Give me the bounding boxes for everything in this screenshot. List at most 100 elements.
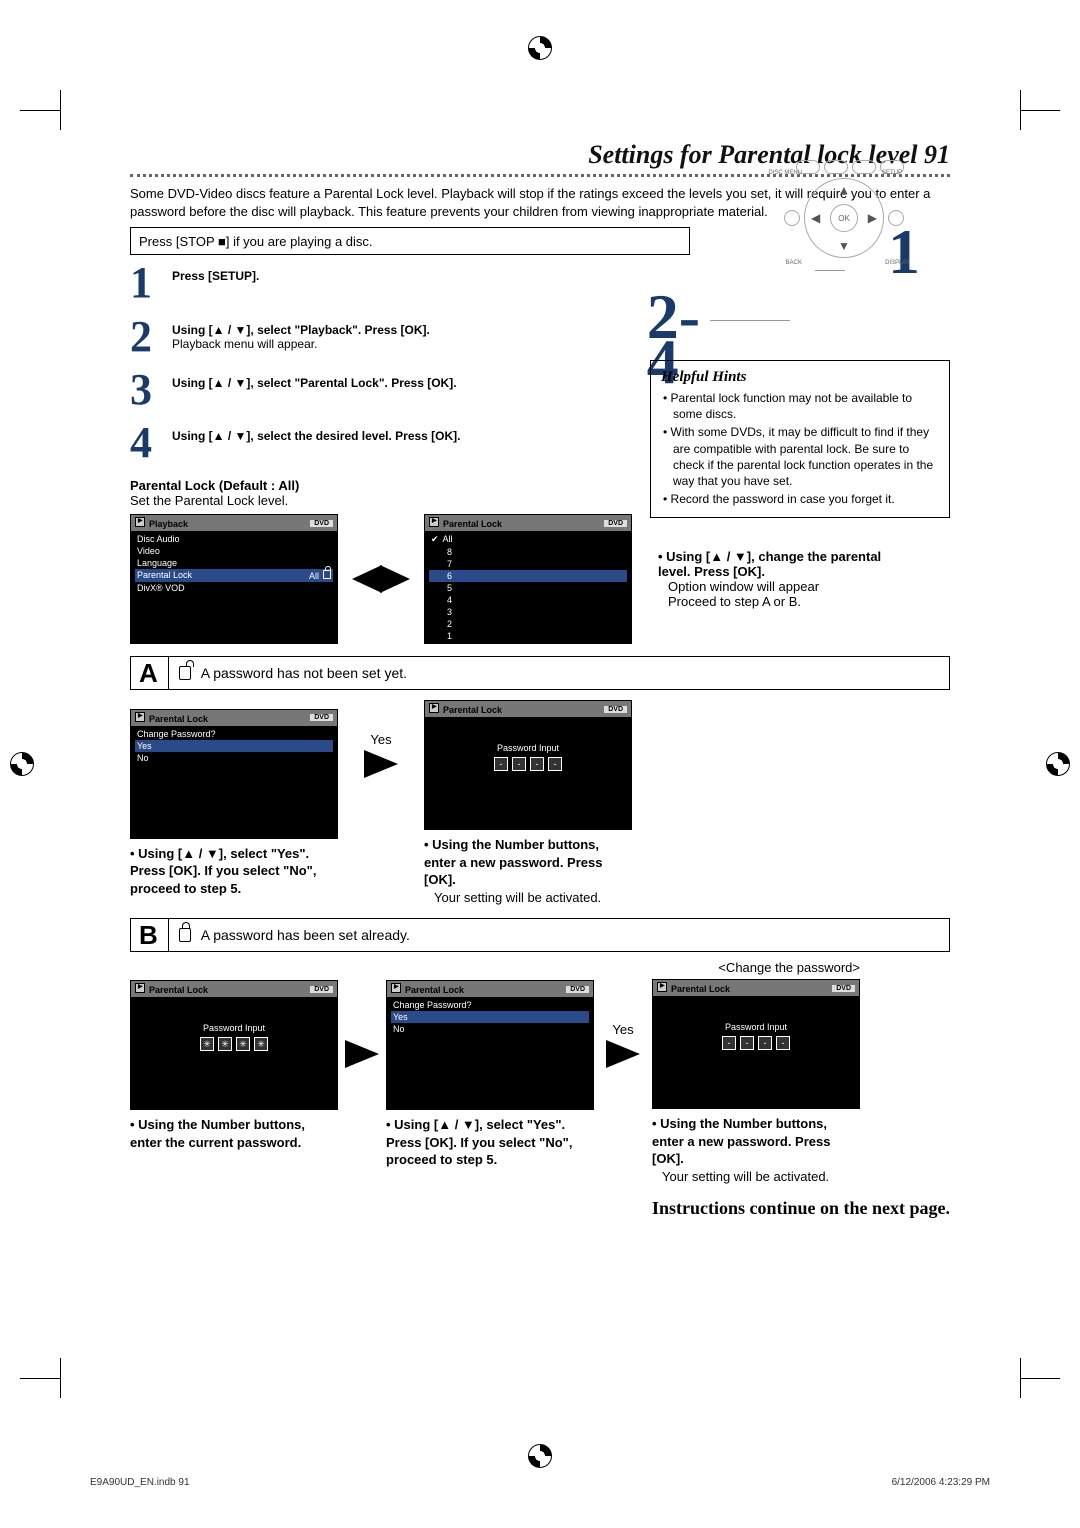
playback-icon <box>429 517 439 527</box>
step-header-text: Press [STOP ■] if you are playing a disc… <box>139 234 373 249</box>
osd-yes-selected: Yes <box>391 1011 589 1023</box>
caption-a1: • Using [▲ / ▼], select "Yes". Press [OK… <box>130 845 338 898</box>
crop-mark <box>20 90 60 130</box>
locked-icon <box>179 928 191 942</box>
page-footer: E9A90UD_EN.indb 91 6/12/2006 4:23:29 PM <box>90 1477 990 1488</box>
osd-pw-label: Password Input <box>135 999 333 1033</box>
next-page-note: Instructions continue on the next page. <box>130 1198 950 1219</box>
crop-mark <box>1020 1358 1060 1398</box>
step-title: Press [SETUP]. <box>172 269 259 283</box>
osd-level: ✔All <box>429 533 627 546</box>
osd-title: Parental Lock <box>443 705 502 715</box>
osd-playback: Playback DVD Disc Audio Video Language P… <box>130 514 338 644</box>
playback-icon <box>135 983 145 993</box>
osd-heading: Change Password? <box>135 728 333 740</box>
step-2: 2 Using [▲ / ▼], select "Playback". Pres… <box>130 319 690 354</box>
osd-title: Parental Lock <box>671 984 730 994</box>
osd-no: No <box>391 1023 589 1035</box>
remote-button <box>824 160 848 174</box>
lock-icon <box>323 570 331 579</box>
section-letter: A <box>139 657 169 689</box>
arrow-right-icon: Yes <box>598 1040 648 1068</box>
step-title: Using [▲ / ▼], select "Playback". Press … <box>172 323 430 337</box>
osd-item-selected: Parental LockAll <box>135 569 333 582</box>
remote-disc-menu-label: DISC MENU <box>768 170 802 176</box>
registration-mark <box>10 752 34 776</box>
caption-b3: • Using the Number buttons, enter a new … <box>652 1115 860 1185</box>
osd-password-input-new: Parental Lock DVD Password Input - - - - <box>652 979 860 1109</box>
pw-digit: - <box>512 757 526 771</box>
osd-level: 8 <box>429 546 627 558</box>
hint-item: With some DVDs, it may be difficult to f… <box>661 424 939 489</box>
pw-digit: ✳ <box>254 1037 268 1051</box>
osd-level: 7 <box>429 558 627 570</box>
step-number: 4 <box>130 425 172 460</box>
playback-icon <box>391 983 401 993</box>
caption-a2: • Using the Number buttons, enter a new … <box>424 836 632 906</box>
manual-page: Settings for Parental lock level 91 Some… <box>90 40 990 1259</box>
footer-filename: E9A90UD_EN.indb 91 <box>90 1477 190 1488</box>
remote-diagram: 1 2-4 ▲ ▼ ◀ ▶ OK DISC <box>650 140 950 340</box>
callout-line <box>815 270 845 271</box>
unlocked-icon <box>179 666 191 680</box>
section-b-title: A password has been set already. <box>201 927 410 943</box>
hint-item: Record the password in case you forget i… <box>661 491 939 507</box>
osd-level-selected: 6 <box>429 570 627 582</box>
osd-item: DivX® VOD <box>135 582 333 594</box>
hint-item: Parental lock function may not be availa… <box>661 390 939 422</box>
step-note: Playback menu will appear. <box>172 337 317 351</box>
osd-title: Parental Lock <box>149 985 208 995</box>
bidirectional-arrow-icon <box>346 565 416 593</box>
osd-yes-selected: Yes <box>135 740 333 752</box>
section-a-header: A A password has not been set yet. <box>130 656 950 690</box>
pw-digit: - <box>530 757 544 771</box>
osd-level: 1 <box>429 630 627 642</box>
step-number: 2 <box>130 319 172 354</box>
playback-icon <box>429 703 439 713</box>
osd-dvd-badge: DVD <box>832 985 855 992</box>
crop-mark <box>1020 90 1060 130</box>
osd-item: Language <box>135 557 333 569</box>
pw-digit: - <box>740 1036 754 1050</box>
pw-digit: ✳ <box>218 1037 232 1051</box>
osd-dvd-badge: DVD <box>566 986 589 993</box>
osd-item: Video <box>135 545 333 557</box>
step-number: 3 <box>130 372 172 407</box>
arrow-yes-label: Yes <box>370 732 391 747</box>
osd-title: Playback <box>149 519 188 529</box>
step-header-box: Press [STOP ■] if you are playing a disc… <box>130 227 690 255</box>
caption-b2: • Using [▲ / ▼], select "Yes". Press [OK… <box>386 1116 594 1169</box>
change-password-label: <Change the password> <box>652 960 860 975</box>
remote-display-label: DISPLAY <box>885 260 910 266</box>
remote-ok-button: OK <box>830 204 858 232</box>
arrow-right-icon <box>342 1040 382 1068</box>
osd-heading: Change Password? <box>391 999 589 1011</box>
remote-setup-label: SETUP <box>882 170 902 176</box>
section-b-header: B A password has been set already. <box>130 918 950 952</box>
osd-level: 5 <box>429 582 627 594</box>
pw-digit: - <box>776 1036 790 1050</box>
playback-icon <box>657 982 667 992</box>
dpad-right-icon: ▶ <box>868 211 877 225</box>
step-4: 4 Using [▲ / ▼], select the desired leve… <box>130 425 690 460</box>
remote-dpad: ▲ ▼ ◀ ▶ OK <box>804 178 884 258</box>
playback-icon <box>135 712 145 722</box>
crop-mark <box>20 1358 60 1398</box>
pw-digit: - <box>722 1036 736 1050</box>
osd-pw-label: Password Input <box>657 998 855 1032</box>
remote-button <box>852 160 876 174</box>
step-number: 1 <box>130 265 172 300</box>
pw-digit: - <box>548 757 562 771</box>
callout-line <box>710 320 790 321</box>
playback-icon <box>135 517 145 527</box>
osd-change-password-a: Parental Lock DVD Change Password? Yes N… <box>130 709 338 839</box>
pw-digit: - <box>758 1036 772 1050</box>
registration-mark <box>1046 752 1070 776</box>
osd-row-main: Playback DVD Disc Audio Video Language P… <box>130 514 950 644</box>
osd-row-a: Parental Lock DVD Change Password? Yes N… <box>130 700 950 906</box>
osd-dvd-badge: DVD <box>604 520 627 527</box>
osd-password-input-current: Parental Lock DVD Password Input ✳ ✳ ✳ ✳ <box>130 980 338 1110</box>
step-1: 1 Press [SETUP]. <box>130 265 690 300</box>
dpad-up-icon: ▲ <box>838 183 850 197</box>
remote-back-label: BACK <box>786 260 802 266</box>
